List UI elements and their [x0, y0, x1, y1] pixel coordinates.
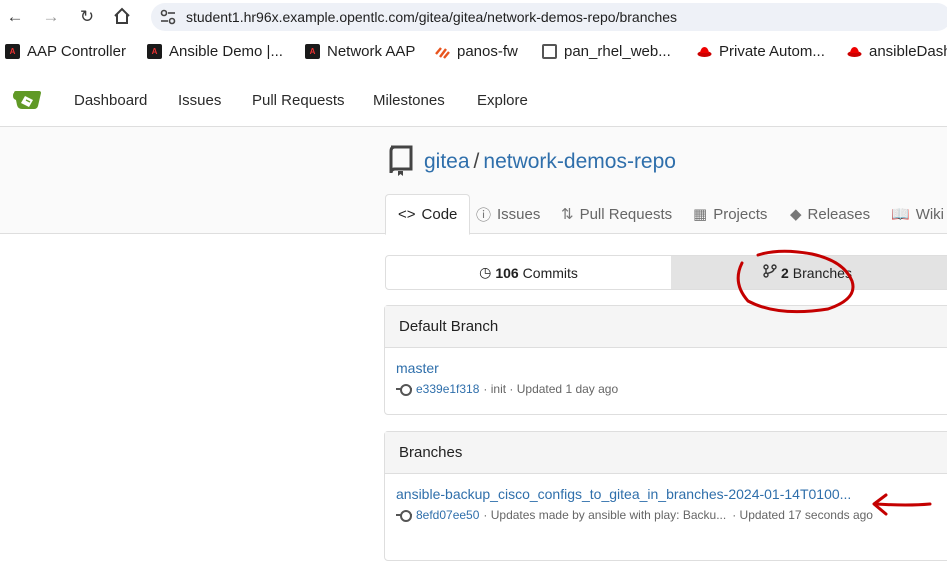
- repo-title: gitea / network-demos-repo: [424, 150, 676, 174]
- globe-icon: [542, 44, 557, 59]
- repo-owner-link[interactable]: gitea: [424, 150, 470, 173]
- book-icon: 📖: [891, 206, 910, 223]
- branches-label: Branches: [792, 264, 852, 281]
- branches-heading: Branches: [385, 432, 947, 474]
- code-icon: <>: [398, 206, 416, 223]
- ansible-icon: [147, 44, 162, 59]
- commit-info: · init · Updated 1 day ago: [483, 382, 619, 396]
- pull-request-icon: ⇅: [561, 206, 574, 223]
- bookmark-panos-fw[interactable]: panos-fw: [435, 43, 518, 60]
- gitea-logo-icon[interactable]: [13, 88, 43, 112]
- site-settings-icon[interactable]: [159, 8, 177, 26]
- default-branch-link[interactable]: master: [396, 360, 947, 376]
- commit-message: · Updates made by ansible with play: Bac…: [483, 508, 727, 522]
- home-icon[interactable]: [112, 7, 132, 27]
- commit-sha-link[interactable]: e339e1f318: [416, 382, 479, 396]
- repo-icon: [389, 145, 413, 176]
- repo-header: gitea / network-demos-repo <> Code ⓘ Issues …: [0, 127, 947, 235]
- tab-code[interactable]: <> Code: [385, 194, 471, 235]
- ansible-icon: [305, 44, 320, 59]
- repo-name-link[interactable]: network-demos-repo: [483, 150, 676, 173]
- commits-count: 106: [495, 264, 519, 281]
- redhat-icon: [847, 44, 862, 59]
- branches-panel: Branches ansible-backup_cisco_configs_to…: [384, 431, 947, 561]
- bookmark-pan-rhel-web[interactable]: pan_rhel_web...: [542, 43, 671, 60]
- bookmark-aap-controller[interactable]: AAP Controller: [5, 43, 126, 60]
- nav-dashboard[interactable]: Dashboard: [74, 92, 147, 109]
- commit-sha-link[interactable]: 8efd07ee50: [416, 508, 479, 522]
- redhat-icon: [697, 44, 712, 59]
- branches-stat[interactable]: 2 Branches: [671, 256, 947, 289]
- browser-toolbar: ← → ↻ student1.hr96x.example.opentlc.com…: [0, 0, 947, 34]
- commits-stat[interactable]: ◷ 106 Commits: [386, 256, 671, 289]
- branches-count: 2: [781, 264, 789, 281]
- branch-link[interactable]: ansible-backup_cisco_configs_to_gitea_in…: [396, 486, 947, 502]
- nav-milestones[interactable]: Milestones: [373, 92, 445, 109]
- default-branch-meta: e339e1f318 · init · Updated 1 day ago: [396, 382, 947, 396]
- back-arrow-icon[interactable]: ←: [5, 7, 25, 27]
- address-bar[interactable]: student1.hr96x.example.opentlc.com/gitea…: [151, 3, 947, 31]
- reload-icon[interactable]: ↻: [77, 7, 97, 27]
- bookmark-network-aap[interactable]: Network AAP: [305, 43, 415, 60]
- history-icon: ◷: [479, 264, 492, 280]
- branch-list-item: ansible-backup_cisco_configs_to_gitea_in…: [385, 474, 947, 534]
- paloalto-icon: [435, 44, 450, 59]
- repo-title-separator: /: [473, 150, 480, 173]
- gitea-navbar: Dashboard Issues Pull Requests Milestone…: [0, 74, 947, 127]
- bookmark-ansibledash[interactable]: ansibleDash: [847, 43, 947, 60]
- nav-issues[interactable]: Issues: [178, 92, 221, 109]
- tab-releases[interactable]: ◆ Releases: [790, 194, 870, 234]
- branch-icon: [763, 264, 777, 281]
- nav-explore[interactable]: Explore: [477, 92, 528, 109]
- bookmark-private-automation[interactable]: Private Autom...: [697, 43, 825, 60]
- branch-updated: · Updated 17 seconds ago: [732, 508, 873, 522]
- repo-stats-bar: ◷ 106 Commits 2 Branches: [385, 255, 947, 290]
- nav-pull-requests[interactable]: Pull Requests: [252, 92, 345, 109]
- tag-icon: ◆: [790, 206, 802, 223]
- tab-wiki[interactable]: 📖 Wiki: [891, 194, 944, 234]
- url-text: student1.hr96x.example.opentlc.com/gitea…: [186, 9, 678, 25]
- ansible-icon: [5, 44, 20, 59]
- commit-icon: [396, 384, 412, 396]
- issue-icon: ⓘ: [476, 206, 492, 224]
- tab-projects[interactable]: ▦ Projects: [693, 194, 767, 234]
- commit-icon: [396, 510, 412, 522]
- tab-issues[interactable]: ⓘ Issues: [476, 194, 540, 234]
- default-branch-panel: Default Branch master e339e1f318 · init …: [384, 305, 947, 415]
- tab-pull-requests[interactable]: ⇅ Pull Requests: [561, 194, 672, 234]
- bookmarks-bar: AAP Controller Ansible Demo |... Network…: [0, 38, 947, 68]
- forward-arrow-icon[interactable]: →: [41, 7, 61, 27]
- default-branch-heading: Default Branch: [385, 306, 947, 348]
- project-icon: ▦: [693, 206, 708, 223]
- branch-meta: 8efd07ee50 · Updates made by ansible wit…: [396, 508, 947, 522]
- bookmark-ansible-demo[interactable]: Ansible Demo |...: [147, 43, 283, 60]
- commits-label: Commits: [522, 264, 578, 281]
